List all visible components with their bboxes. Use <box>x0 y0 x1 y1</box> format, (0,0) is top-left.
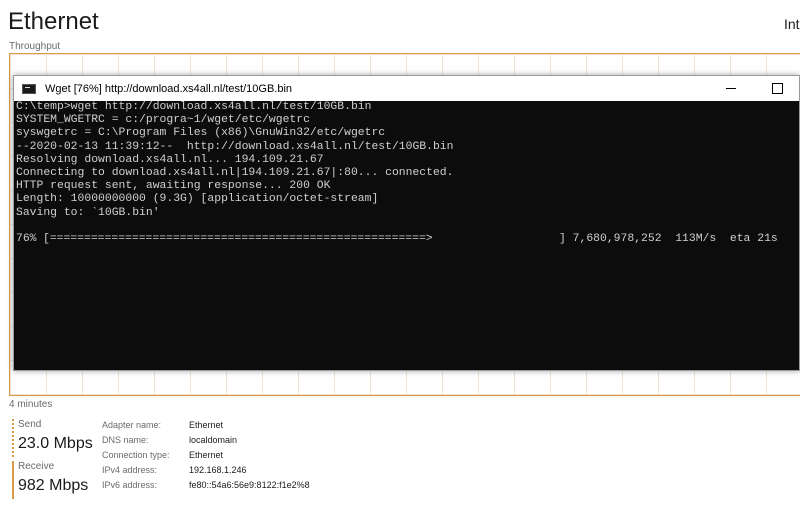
detail-key: Connection type: <box>102 450 170 460</box>
receive-label: Receive <box>18 461 55 472</box>
download-progress: 76% [===================================… <box>16 233 795 246</box>
detail-value: Ethernet <box>189 420 224 430</box>
minimize-button[interactable] <box>708 76 754 101</box>
receive-value: 982 Mbps <box>18 477 89 494</box>
detail-row-connection-type: Connection type: Ethernet <box>102 448 310 463</box>
console-line: Length: 10000000000 (9.3G) [application/… <box>16 193 379 206</box>
console-line: C:\temp>wget http://download.xs4all.nl/t… <box>16 101 372 113</box>
detail-value: fe80::54a6:56e9:8122:f1e2%8 <box>189 480 310 490</box>
time-range-label: 4 minutes <box>9 399 53 410</box>
console-line: Saving to: `10GB.bin' <box>16 206 160 219</box>
console-line: HTTP request sent, awaiting response... … <box>16 180 331 193</box>
maximize-icon <box>771 83 783 94</box>
detail-key: IPv4 address: <box>102 465 158 475</box>
console-titlebar[interactable]: Wget [76%] http://download.xs4all.nl/tes… <box>14 76 799 101</box>
detail-row-ipv6: IPv6 address: fe80::54a6:56e9:8122:f1e2%8 <box>102 478 310 493</box>
detail-value: 192.168.1.246 <box>189 465 247 475</box>
send-value: 23.0 Mbps <box>18 435 93 452</box>
page-title: Ethernet <box>8 8 99 35</box>
send-metric[interactable]: Send 23.0 Mbps <box>12 419 108 457</box>
console-line: Connecting to download.xs4all.nl|194.109… <box>16 166 454 179</box>
detail-key: IPv6 address: <box>102 480 158 490</box>
detail-key: Adapter name: <box>102 420 162 430</box>
maximize-button[interactable] <box>754 76 800 101</box>
adapter-details: Adapter name: Ethernet DNS name: localdoma… <box>102 418 310 493</box>
detail-row-dns-name: DNS name: localdomain <box>102 433 310 448</box>
console-line: syswgetrc = C:\Program Files (x86)\GnuWi… <box>16 127 386 140</box>
receive-metric[interactable]: Receive 982 Mbps <box>12 461 108 499</box>
console-line: SYSTEM_WGETRC = c:/progra~1/wget/etc/wge… <box>16 114 310 127</box>
console-output[interactable]: C:\temp>wget http://download.xs4all.nl/t… <box>16 101 795 370</box>
header-right-text[interactable]: Int <box>784 16 800 32</box>
throughput-label: Throughput <box>9 41 61 52</box>
send-label: Send <box>18 419 42 430</box>
console-window-title: Wget [76%] http://download.xs4all.nl/tes… <box>45 82 293 95</box>
detail-value: localdomain <box>189 435 238 445</box>
console-window[interactable]: Wget [76%] http://download.xs4all.nl/tes… <box>13 75 800 371</box>
console-line: --2020-02-13 11:39:12-- http://download.… <box>16 140 454 153</box>
detail-key: DNS name: <box>102 435 149 445</box>
detail-value: Ethernet <box>189 450 224 460</box>
detail-row-adapter-name: Adapter name: Ethernet <box>102 418 310 433</box>
progress-stats: ] 7,680,978,252 113M/s eta 21s <box>559 232 778 245</box>
console-line: Resolving download.xs4all.nl... 194.109.… <box>16 153 324 166</box>
progress-bar: [=======================================… <box>43 232 433 245</box>
detail-row-ipv4: IPv4 address: 192.168.1.246 <box>102 463 310 478</box>
console-app-icon[interactable] <box>22 83 36 94</box>
minimize-icon <box>726 88 736 89</box>
progress-percent: 76% <box>16 232 37 245</box>
